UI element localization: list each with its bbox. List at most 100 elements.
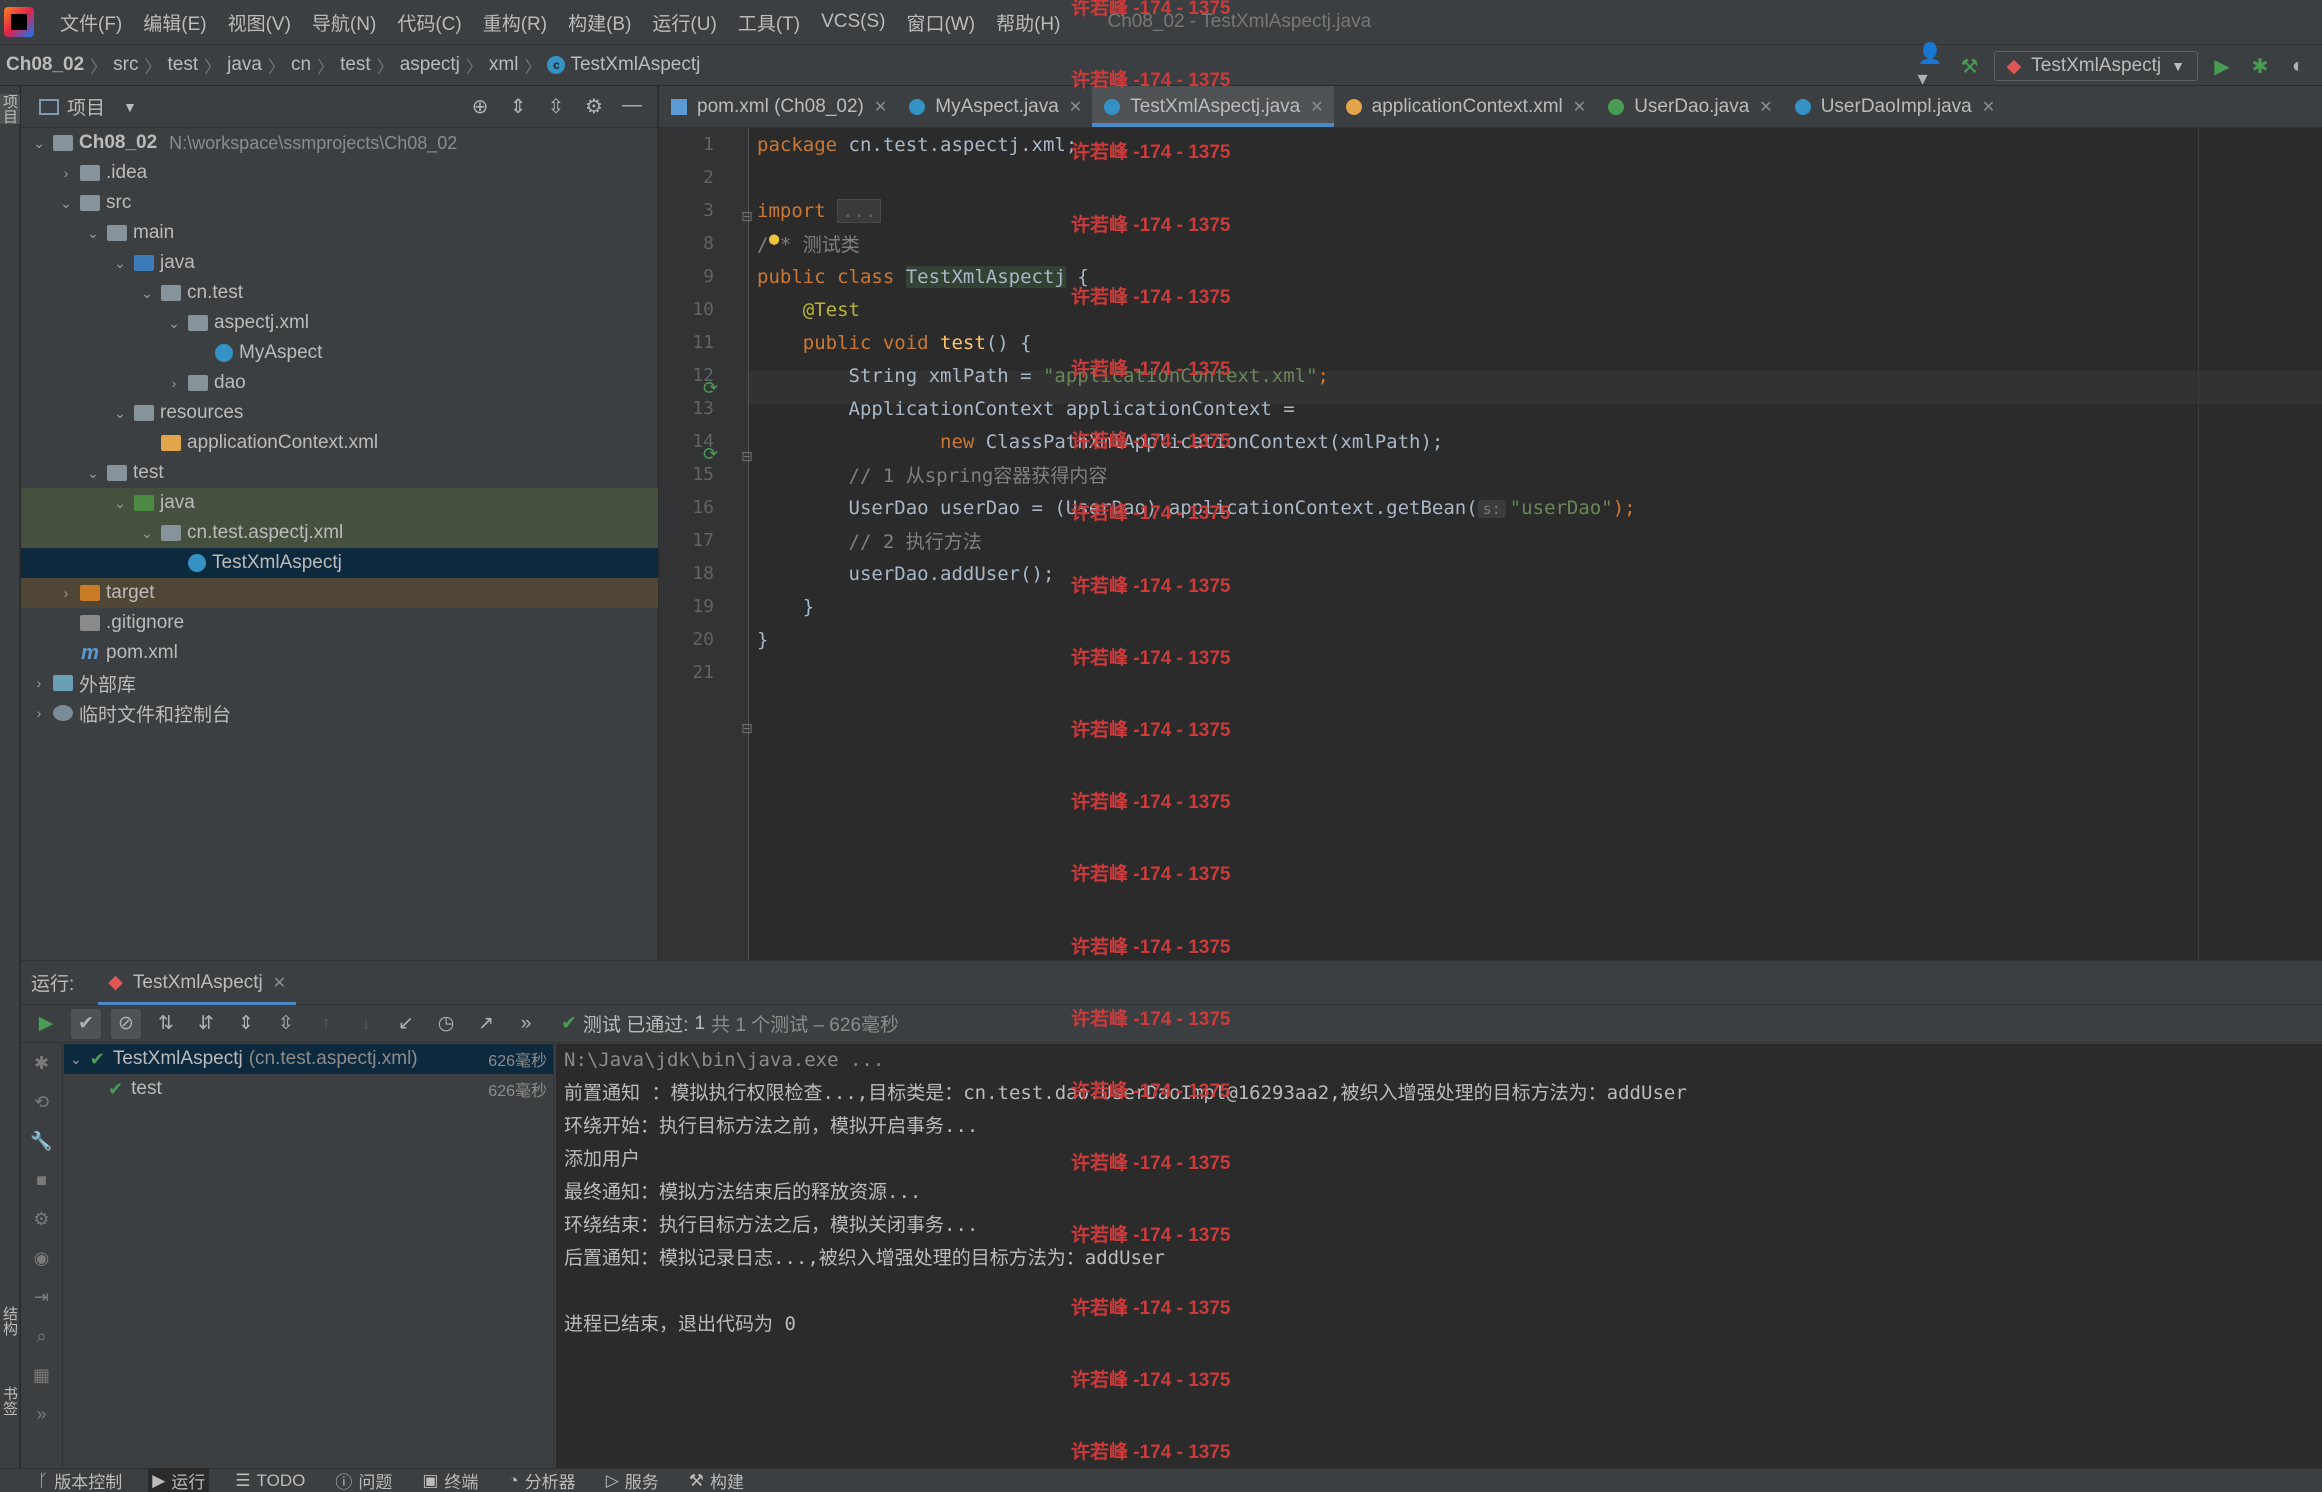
- chevron-right-icon[interactable]: ›: [164, 375, 184, 391]
- menu-code[interactable]: 代码(C): [393, 5, 465, 40]
- more-icon[interactable]: »: [511, 1009, 541, 1039]
- stop-icon[interactable]: ■: [21, 1161, 62, 1200]
- close-icon[interactable]: ✕: [1310, 97, 1323, 117]
- chevron-down-icon[interactable]: ⌄: [164, 315, 184, 332]
- stripe-structure-tab[interactable]: 结构: [0, 1306, 20, 1336]
- breadcrumb-test-pkg[interactable]: test: [334, 54, 377, 76]
- tree-item[interactable]: › .idea: [21, 158, 658, 188]
- tree-item[interactable]: ⌄ test: [21, 458, 658, 488]
- chevron-right-icon[interactable]: ›: [29, 705, 49, 721]
- tree-item[interactable]: m pom.xml: [21, 638, 658, 668]
- tree-item[interactable]: › 外部库: [21, 668, 658, 698]
- test-row-method[interactable]: ✔ test 626毫秒: [64, 1074, 553, 1104]
- tree-item[interactable]: ⌄ cn.test.aspectj.xml: [21, 518, 658, 548]
- menu-view[interactable]: 视图(V): [224, 5, 295, 40]
- chevron-down-icon[interactable]: ⌄: [110, 405, 130, 422]
- close-icon[interactable]: ✕: [1982, 97, 1995, 117]
- breadcrumb-src[interactable]: src: [107, 54, 144, 76]
- menu-edit[interactable]: 编辑(E): [139, 5, 210, 40]
- tool-services[interactable]: ▷ 服务: [602, 1468, 663, 1492]
- tool-profiler[interactable]: ◔ 分析器: [504, 1468, 579, 1492]
- tree-item[interactable]: ⌄ aspectj.xml: [21, 308, 658, 338]
- tool-todo[interactable]: ☰ TODO: [231, 1471, 309, 1491]
- editor-tab[interactable]: pom.xml (Ch08_02) ✕: [659, 86, 897, 127]
- menu-vcs[interactable]: VCS(S): [817, 7, 889, 37]
- console-output[interactable]: N:\Java\jdk\bin\java.exe ... 前置通知 ：模拟执行权限…: [556, 1044, 2322, 1469]
- tree-item[interactable]: ⌄ src: [21, 188, 658, 218]
- editor-tab[interactable]: MyAspect.java ✕: [897, 86, 1092, 127]
- wrench-icon[interactable]: 🔧: [21, 1122, 62, 1161]
- breadcrumb-class[interactable]: c TestXmlAspectj: [541, 54, 706, 76]
- close-icon[interactable]: ✕: [1069, 97, 1082, 117]
- sort-duration-icon[interactable]: ⇵: [191, 1009, 221, 1039]
- chevron-down-icon[interactable]: ⌄: [137, 525, 157, 542]
- project-panel-title[interactable]: 项目: [67, 93, 105, 120]
- test-row-class[interactable]: ⌄ ✔ TestXmlAspectj (cn.test.aspectj.xml)…: [64, 1044, 553, 1074]
- tree-item[interactable]: ⌄ cn.test: [21, 278, 658, 308]
- close-icon[interactable]: ✕: [273, 973, 286, 993]
- chevron-down-icon[interactable]: ▼: [123, 99, 137, 115]
- menu-navigate[interactable]: 导航(N): [308, 5, 380, 40]
- menu-window[interactable]: 窗口(W): [902, 5, 979, 40]
- tree-item[interactable]: › 临时文件和控制台: [21, 698, 658, 728]
- tree-item[interactable]: TestXmlAspectj: [21, 548, 658, 578]
- chevron-down-icon[interactable]: ⌄: [110, 255, 130, 272]
- close-icon[interactable]: ✕: [874, 97, 887, 117]
- chevron-down-icon[interactable]: ⌄: [137, 285, 157, 302]
- tree-item[interactable]: ⌄ Ch08_02 N:\workspace\ssmprojects\Ch08_02: [21, 128, 658, 158]
- expand-all-icon[interactable]: ⇕: [507, 94, 529, 119]
- tool-version-control[interactable]: ᚴ 版本控制: [34, 1468, 126, 1492]
- next-failed-icon[interactable]: ↓: [351, 1009, 381, 1039]
- debug-settings-icon[interactable]: ⚙: [21, 1200, 62, 1239]
- debug-icon[interactable]: ✱: [21, 1044, 62, 1083]
- coverage-icon[interactable]: ◐: [2284, 52, 2312, 80]
- menu-file[interactable]: 文件(F): [56, 5, 126, 40]
- show-passed-icon[interactable]: ✔: [71, 1008, 101, 1039]
- login-icon[interactable]: ⇥: [21, 1278, 62, 1317]
- breadcrumb-aspectj[interactable]: aspectj: [394, 54, 466, 76]
- stripe-project-tab[interactable]: 项目: [0, 94, 20, 124]
- breadcrumb-xml[interactable]: xml: [483, 54, 525, 76]
- rerun-icon[interactable]: ▶: [31, 1009, 61, 1039]
- breadcrumb-java[interactable]: java: [221, 54, 268, 76]
- tree-item[interactable]: MyAspect: [21, 338, 658, 368]
- breadcrumb-project[interactable]: Ch08_02: [0, 54, 90, 76]
- debug-icon[interactable]: ✱: [2246, 52, 2274, 80]
- tree-item[interactable]: ⌄ java: [21, 248, 658, 278]
- tree-item[interactable]: › target: [21, 578, 658, 608]
- more-icon[interactable]: »: [21, 1395, 62, 1434]
- stripe-bookmarks-tab[interactable]: 书签: [0, 1386, 20, 1416]
- tree-item[interactable]: ⌄ resources: [21, 398, 658, 428]
- chevron-down-icon[interactable]: ⌄: [56, 195, 76, 212]
- tree-item[interactable]: applicationContext.xml: [21, 428, 658, 458]
- test-history-icon[interactable]: ◷: [431, 1009, 461, 1039]
- chevron-down-icon[interactable]: ⌄: [83, 225, 103, 242]
- chevron-down-icon[interactable]: ⌄: [110, 495, 130, 512]
- tree-item[interactable]: ⌄ java: [21, 488, 658, 518]
- tool-build[interactable]: ⚒ 构建: [685, 1468, 748, 1492]
- menu-help[interactable]: 帮助(H): [992, 5, 1064, 40]
- editor-tab[interactable]: UserDao.java ✕: [1596, 86, 1783, 127]
- rerun-failed-icon[interactable]: ⟲: [21, 1083, 62, 1122]
- lightbulb-icon[interactable]: ●: [769, 229, 779, 249]
- previous-failed-icon[interactable]: ↑: [311, 1009, 341, 1039]
- collapse-all-icon[interactable]: ⇳: [271, 1009, 301, 1039]
- sort-alpha-icon[interactable]: ⇅: [151, 1009, 181, 1039]
- menu-refactor[interactable]: 重构(R): [479, 5, 551, 40]
- chevron-down-icon[interactable]: ⌄: [29, 135, 49, 152]
- folded-imports[interactable]: ...: [837, 198, 882, 223]
- chevron-right-icon[interactable]: ›: [56, 165, 76, 181]
- run-icon[interactable]: ▶: [2208, 52, 2236, 80]
- close-icon[interactable]: ✕: [1573, 97, 1586, 117]
- chevron-down-icon[interactable]: ⌄: [83, 465, 103, 482]
- import-tests-icon[interactable]: ↙: [391, 1009, 421, 1039]
- show-ignored-icon[interactable]: ⊘: [111, 1008, 141, 1039]
- collapse-all-icon[interactable]: ⇳: [545, 94, 567, 119]
- tool-terminal[interactable]: ▣ 终端: [418, 1468, 482, 1492]
- menu-build[interactable]: 构建(B): [564, 5, 635, 40]
- user-account-icon[interactable]: 👤▾: [1918, 43, 1946, 90]
- breadcrumb-cn[interactable]: cn: [285, 54, 317, 76]
- minimize-icon[interactable]: —: [621, 94, 643, 119]
- fold-icon[interactable]: ⊟: [741, 720, 753, 737]
- tree-item[interactable]: .gitignore: [21, 608, 658, 638]
